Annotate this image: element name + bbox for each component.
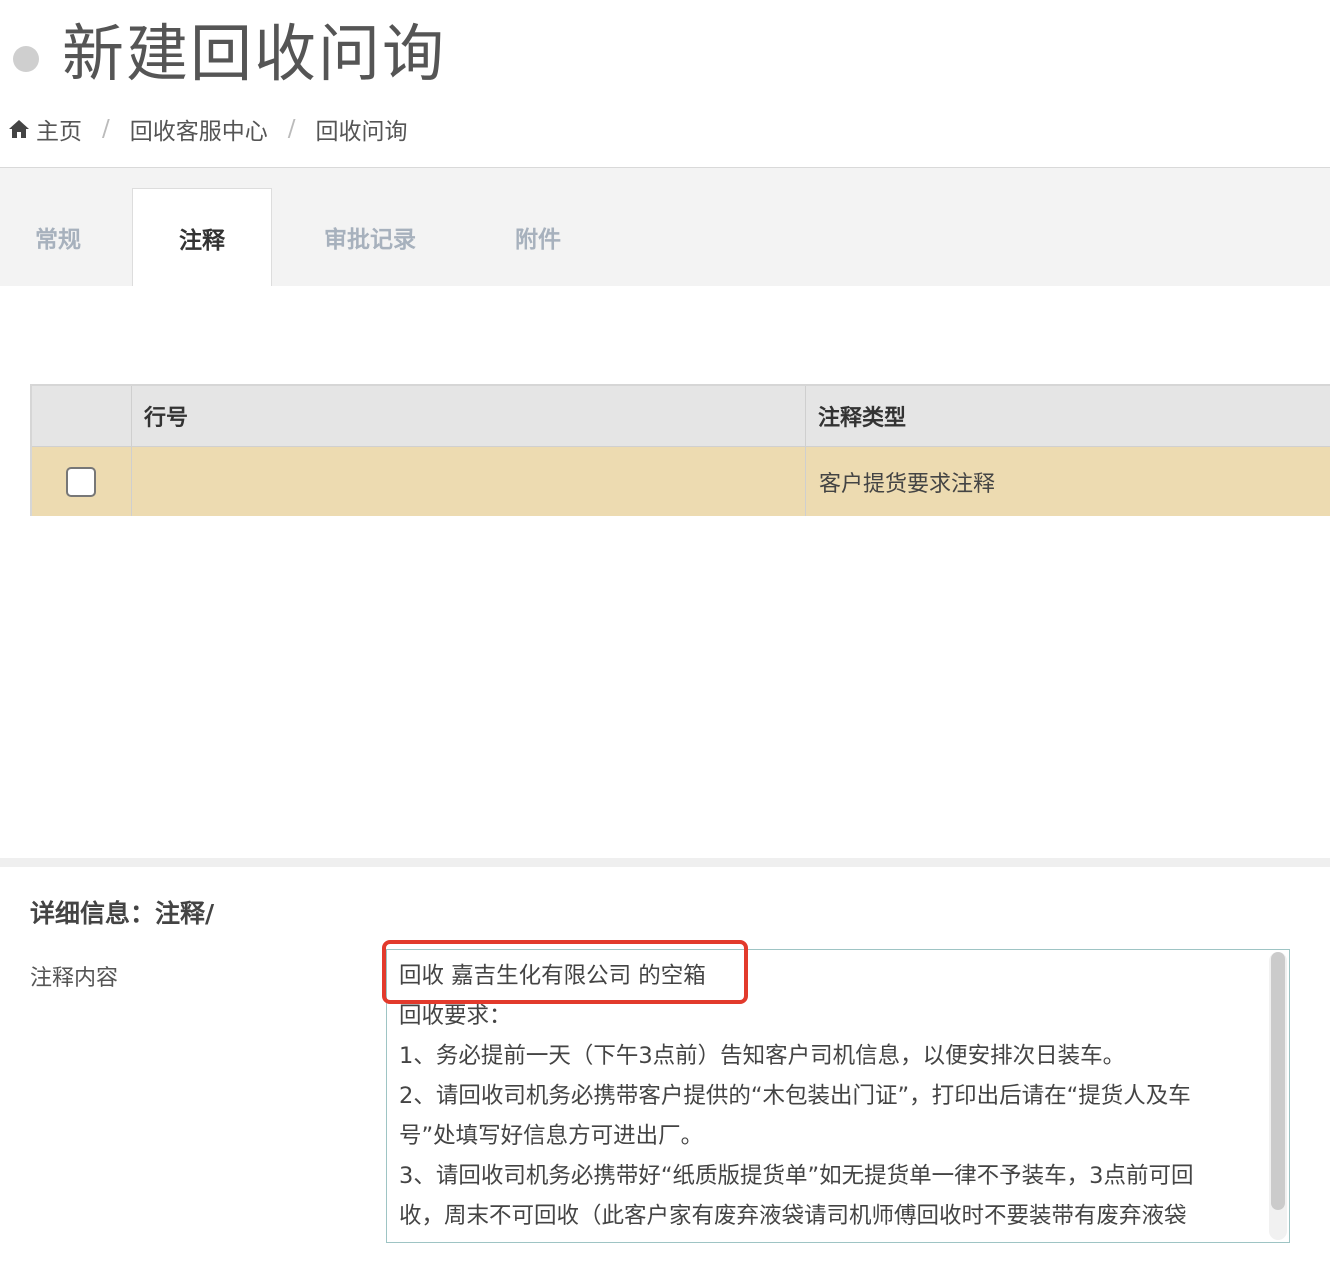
scrollbar-thumb[interactable] bbox=[1271, 952, 1285, 1210]
textarea-scrollbar[interactable] bbox=[1269, 952, 1287, 1240]
note-content-textarea[interactable]: 回收 嘉吉生化有限公司 的空箱 回收要求： 1、务必提前一天（下午3点前）告知客… bbox=[386, 949, 1290, 1243]
grid-header: 行号 注释类型 bbox=[32, 386, 1330, 447]
note-content-text: 回收 嘉吉生化有限公司 的空箱 回收要求： 1、务必提前一天（下午3点前）告知客… bbox=[399, 956, 1259, 1236]
select-column-header bbox=[32, 386, 132, 446]
note-line: 3、请回收司机务必携带好“纸质版提货单”如无提货单一律不予装车，3点前可回 bbox=[399, 1163, 1194, 1189]
note-line: 回收 嘉吉生化有限公司 的空箱 bbox=[399, 963, 706, 989]
tab-general[interactable]: 常规 bbox=[0, 188, 116, 286]
table-row[interactable]: 客户提货要求注释 bbox=[32, 447, 1330, 516]
tab-bar: 常规 注释 审批记录 附件 bbox=[0, 168, 1330, 286]
tab-approval-records[interactable]: 审批记录 bbox=[296, 188, 444, 286]
breadcrumb-home[interactable]: 主页 bbox=[36, 112, 82, 146]
note-content-label: 注释内容 bbox=[30, 966, 119, 991]
detail-title: 详细信息：注释/ bbox=[30, 899, 215, 928]
note-line: 号”处填写好信息方可进出厂。 bbox=[399, 1123, 704, 1149]
page-title: 新建回收问询 bbox=[62, 17, 447, 90]
column-header-note-type[interactable]: 注释类型 bbox=[806, 386, 1330, 446]
breadcrumb-separator: / bbox=[102, 116, 110, 142]
title-bullet bbox=[13, 46, 39, 72]
cell-note-type: 客户提货要求注释 bbox=[819, 471, 996, 497]
breadcrumb-service-center[interactable]: 回收客服中心 bbox=[130, 112, 268, 146]
home-icon bbox=[9, 120, 29, 138]
page-header: 新建回收问询 bbox=[0, 0, 1330, 110]
note-line: 收，周末不可回收（此客户家有废弃液袋请司机师傅回收时不要装带有废弃液袋 bbox=[399, 1203, 1187, 1229]
breadcrumb: 主页 / 回收客服中心 / 回收问询 bbox=[8, 112, 408, 146]
tab-attachments[interactable]: 附件 bbox=[478, 188, 598, 286]
column-header-line-no[interactable]: 行号 bbox=[132, 386, 806, 446]
row-select-cell bbox=[32, 447, 132, 516]
note-line: 回收要求： bbox=[399, 1003, 512, 1029]
breadcrumb-separator: / bbox=[287, 116, 296, 142]
tab-notes[interactable]: 注释 bbox=[132, 188, 272, 286]
notes-grid: 行号 注释类型 客户提货要求注释 bbox=[30, 384, 1330, 516]
note-line: 2、请回收司机务必携带客户提供的“木包装出门证”，打印出后请在“提货人及车 bbox=[399, 1083, 1191, 1109]
note-line: 1、务必提前一天（下午3点前）告知客户司机信息，以便安排次日装车。 bbox=[399, 1043, 1126, 1069]
cell-line-no bbox=[132, 447, 806, 516]
breadcrumb-current: 回收问询 bbox=[315, 119, 408, 145]
section-divider bbox=[0, 858, 1330, 867]
row-checkbox[interactable] bbox=[66, 466, 96, 497]
